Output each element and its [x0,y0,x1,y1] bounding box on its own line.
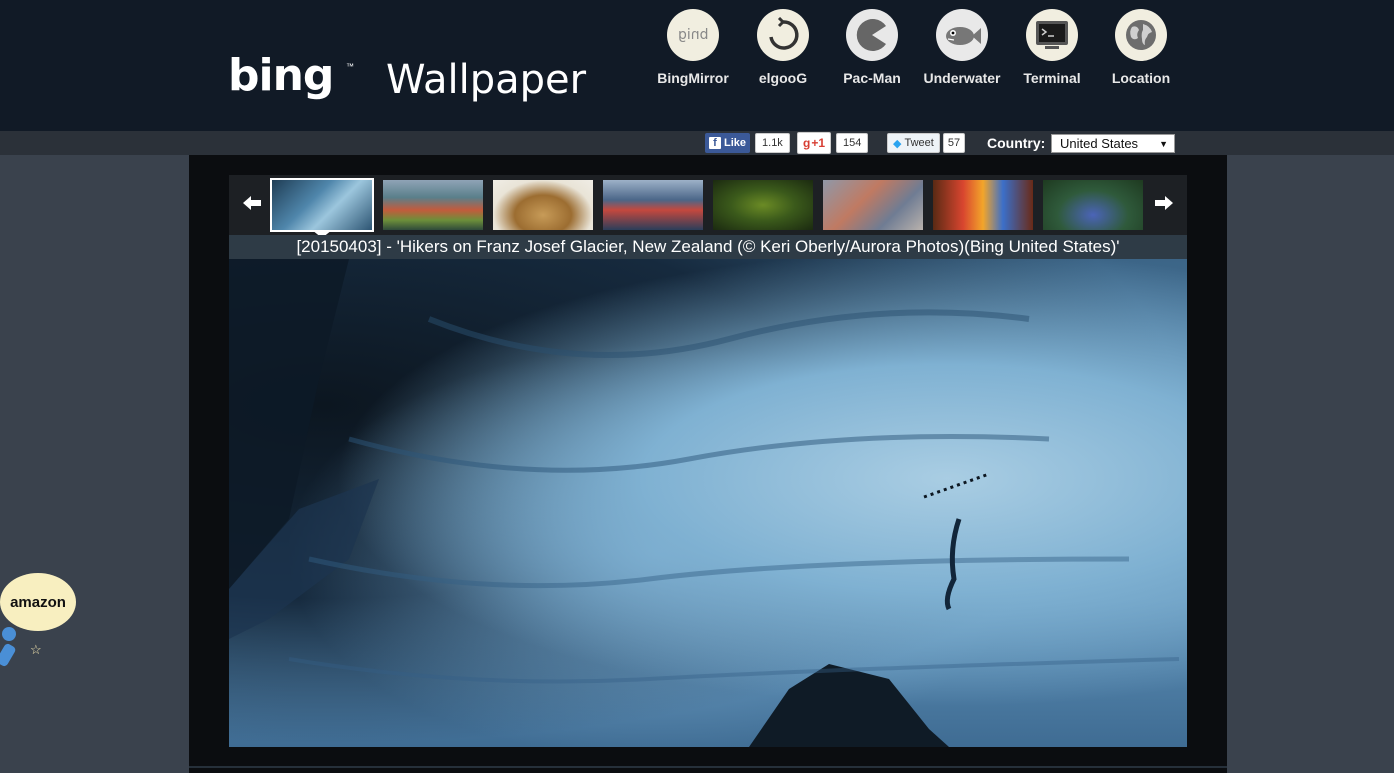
nav-label-pacman: Pac-Man [843,70,901,86]
next-arrow-button[interactable] [1150,193,1178,217]
bingmirror-icon: bnig [667,9,719,61]
nav-label-terminal: Terminal [1023,70,1081,86]
google-plus-button[interactable]: g +1 [797,132,832,154]
amazon-mascot-icon [0,627,16,667]
wallpaper-image[interactable] [229,259,1187,747]
fish-glyph [946,27,981,45]
nav-label-location: Location [1111,70,1171,86]
dropdown-arrow-icon: ▼ [1159,139,1168,149]
nav-location[interactable]: Location [1096,9,1186,95]
wallpaper-caption: [20150403] - 'Hikers on Franz Josef Glac… [296,237,1120,256]
facebook-like-label: Like [724,137,747,149]
twitter-bird-icon: ◆ [893,137,902,150]
tweet-widget[interactable]: ◆ Tweet 57 [887,133,966,153]
thumbnail-forest[interactable] [713,180,813,230]
terminal-icon [1026,9,1078,61]
arrow-left-icon [243,196,261,210]
google-plus-label: +1 [811,136,826,150]
tweet-button[interactable]: ◆ Tweet [887,133,940,153]
toolbar-bar [0,131,1394,155]
thumbnail-rocks[interactable] [823,180,923,230]
fish-icon [936,9,988,61]
globe-icon [1115,9,1167,61]
nav-elgoog[interactable]: elgooG [738,9,828,95]
caption-bar: [20150403] - 'Hikers on Franz Josef Glac… [229,235,1187,259]
country-selected-value: United States [1060,136,1139,151]
trademark-mark: ™ [346,62,354,71]
facebook-like-count: 1.1k [755,133,790,153]
glacier-texture [229,259,1180,747]
prev-arrow-button[interactable] [238,193,266,217]
facebook-icon: f [709,137,721,149]
pacman-glyph [856,19,886,51]
tweet-count: 57 [942,133,966,153]
nav-label-elgoog: elgooG [758,70,808,86]
globe-glyph [1126,20,1156,50]
bing-logo-text: bing [228,50,334,101]
main-panel-bottom-border [189,766,1227,768]
bingmirror-glyph: bnig [677,27,709,43]
thumbnail-glacier[interactable] [270,178,374,232]
star-icon: ☆ [30,642,42,657]
nav-pacman[interactable]: Pac-Man [827,9,917,95]
nav-label-underwater: Underwater [923,70,1001,86]
arrow-right-icon [1155,196,1173,210]
thumbnail-mosque[interactable] [933,180,1033,230]
facebook-like-button[interactable]: f Like [705,133,751,153]
nav-underwater[interactable]: Underwater [917,9,1007,95]
tweet-label: Tweet [904,137,934,149]
google-plus-count: 154 [836,133,869,153]
wallpaper-title: Wallpaper [386,57,587,103]
thumbnail-bluebells[interactable] [1043,180,1143,230]
nav-terminal[interactable]: Terminal [1007,9,1097,95]
country-select[interactable]: United States ▼ [1051,134,1175,153]
nav-bingmirror[interactable]: bnig BingMirror [648,9,738,95]
thumbnail-harbor[interactable] [603,180,703,230]
elgoog-glyph [769,17,799,50]
google-plus-widget[interactable]: g +1 154 [797,132,869,154]
elgoog-icon [757,9,809,61]
amazon-badge-button[interactable]: amazon [0,573,76,631]
thumbnail-kittens[interactable] [493,180,593,230]
facebook-like-widget[interactable]: f Like 1.1k [705,133,790,153]
country-label: Country: [987,135,1046,151]
nav-label-bingmirror: BingMirror [657,70,729,86]
pacman-icon [846,9,898,61]
thumbnail-landscape[interactable] [383,180,483,230]
header: bing ™ Wallpaper bnig BingMirror elgooG … [0,0,1394,131]
google-plus-icon: g [803,136,811,150]
amazon-logo-text: amazon [10,593,66,611]
terminal-glyph [1036,21,1068,49]
